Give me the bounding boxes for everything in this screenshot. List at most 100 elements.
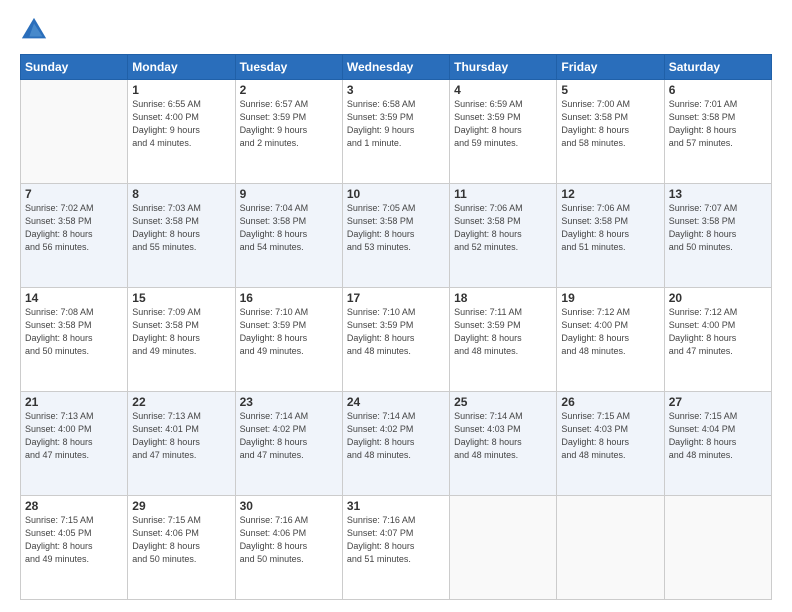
col-header-monday: Monday: [128, 55, 235, 80]
col-header-tuesday: Tuesday: [235, 55, 342, 80]
day-number: 30: [240, 499, 338, 513]
day-info: Sunrise: 7:14 AM Sunset: 4:03 PM Dayligh…: [454, 410, 552, 462]
day-info: Sunrise: 7:14 AM Sunset: 4:02 PM Dayligh…: [240, 410, 338, 462]
calendar-cell: [664, 496, 771, 600]
day-info: Sunrise: 7:12 AM Sunset: 4:00 PM Dayligh…: [561, 306, 659, 358]
day-info: Sunrise: 6:58 AM Sunset: 3:59 PM Dayligh…: [347, 98, 445, 150]
day-number: 9: [240, 187, 338, 201]
calendar-cell: 12Sunrise: 7:06 AM Sunset: 3:58 PM Dayli…: [557, 184, 664, 288]
calendar-cell: 21Sunrise: 7:13 AM Sunset: 4:00 PM Dayli…: [21, 392, 128, 496]
day-info: Sunrise: 7:06 AM Sunset: 3:58 PM Dayligh…: [454, 202, 552, 254]
day-number: 28: [25, 499, 123, 513]
calendar-cell: 2Sunrise: 6:57 AM Sunset: 3:59 PM Daylig…: [235, 80, 342, 184]
calendar-cell: [450, 496, 557, 600]
day-number: 18: [454, 291, 552, 305]
day-number: 3: [347, 83, 445, 97]
col-header-sunday: Sunday: [21, 55, 128, 80]
calendar-week-3: 14Sunrise: 7:08 AM Sunset: 3:58 PM Dayli…: [21, 288, 772, 392]
day-info: Sunrise: 7:01 AM Sunset: 3:58 PM Dayligh…: [669, 98, 767, 150]
day-number: 5: [561, 83, 659, 97]
calendar-week-1: 1Sunrise: 6:55 AM Sunset: 4:00 PM Daylig…: [21, 80, 772, 184]
day-number: 26: [561, 395, 659, 409]
day-number: 4: [454, 83, 552, 97]
day-info: Sunrise: 7:04 AM Sunset: 3:58 PM Dayligh…: [240, 202, 338, 254]
page: SundayMondayTuesdayWednesdayThursdayFrid…: [0, 0, 792, 612]
calendar-cell: 7Sunrise: 7:02 AM Sunset: 3:58 PM Daylig…: [21, 184, 128, 288]
day-info: Sunrise: 7:15 AM Sunset: 4:04 PM Dayligh…: [669, 410, 767, 462]
day-number: 31: [347, 499, 445, 513]
day-info: Sunrise: 7:13 AM Sunset: 4:01 PM Dayligh…: [132, 410, 230, 462]
day-number: 12: [561, 187, 659, 201]
calendar-cell: 18Sunrise: 7:11 AM Sunset: 3:59 PM Dayli…: [450, 288, 557, 392]
calendar-cell: 29Sunrise: 7:15 AM Sunset: 4:06 PM Dayli…: [128, 496, 235, 600]
day-number: 2: [240, 83, 338, 97]
calendar-cell: [557, 496, 664, 600]
calendar-cell: 28Sunrise: 7:15 AM Sunset: 4:05 PM Dayli…: [21, 496, 128, 600]
calendar-cell: 16Sunrise: 7:10 AM Sunset: 3:59 PM Dayli…: [235, 288, 342, 392]
day-info: Sunrise: 7:09 AM Sunset: 3:58 PM Dayligh…: [132, 306, 230, 358]
day-info: Sunrise: 7:14 AM Sunset: 4:02 PM Dayligh…: [347, 410, 445, 462]
day-info: Sunrise: 7:07 AM Sunset: 3:58 PM Dayligh…: [669, 202, 767, 254]
calendar-cell: 22Sunrise: 7:13 AM Sunset: 4:01 PM Dayli…: [128, 392, 235, 496]
day-info: Sunrise: 7:15 AM Sunset: 4:06 PM Dayligh…: [132, 514, 230, 566]
calendar-cell: 15Sunrise: 7:09 AM Sunset: 3:58 PM Dayli…: [128, 288, 235, 392]
col-header-wednesday: Wednesday: [342, 55, 449, 80]
day-number: 15: [132, 291, 230, 305]
calendar-cell: 20Sunrise: 7:12 AM Sunset: 4:00 PM Dayli…: [664, 288, 771, 392]
calendar-week-5: 28Sunrise: 7:15 AM Sunset: 4:05 PM Dayli…: [21, 496, 772, 600]
day-info: Sunrise: 7:16 AM Sunset: 4:07 PM Dayligh…: [347, 514, 445, 566]
day-number: 24: [347, 395, 445, 409]
calendar-cell: 27Sunrise: 7:15 AM Sunset: 4:04 PM Dayli…: [664, 392, 771, 496]
calendar-week-2: 7Sunrise: 7:02 AM Sunset: 3:58 PM Daylig…: [21, 184, 772, 288]
day-number: 7: [25, 187, 123, 201]
col-header-thursday: Thursday: [450, 55, 557, 80]
calendar-cell: 25Sunrise: 7:14 AM Sunset: 4:03 PM Dayli…: [450, 392, 557, 496]
day-info: Sunrise: 6:57 AM Sunset: 3:59 PM Dayligh…: [240, 98, 338, 150]
calendar-cell: 5Sunrise: 7:00 AM Sunset: 3:58 PM Daylig…: [557, 80, 664, 184]
day-number: 25: [454, 395, 552, 409]
day-info: Sunrise: 7:13 AM Sunset: 4:00 PM Dayligh…: [25, 410, 123, 462]
calendar-cell: 6Sunrise: 7:01 AM Sunset: 3:58 PM Daylig…: [664, 80, 771, 184]
logo: [20, 16, 52, 44]
day-number: 17: [347, 291, 445, 305]
day-number: 6: [669, 83, 767, 97]
day-number: 19: [561, 291, 659, 305]
day-number: 27: [669, 395, 767, 409]
day-number: 29: [132, 499, 230, 513]
calendar-week-4: 21Sunrise: 7:13 AM Sunset: 4:00 PM Dayli…: [21, 392, 772, 496]
day-number: 1: [132, 83, 230, 97]
day-info: Sunrise: 7:12 AM Sunset: 4:00 PM Dayligh…: [669, 306, 767, 358]
calendar-cell: [21, 80, 128, 184]
calendar-cell: 1Sunrise: 6:55 AM Sunset: 4:00 PM Daylig…: [128, 80, 235, 184]
day-info: Sunrise: 7:02 AM Sunset: 3:58 PM Dayligh…: [25, 202, 123, 254]
day-info: Sunrise: 7:06 AM Sunset: 3:58 PM Dayligh…: [561, 202, 659, 254]
calendar-cell: 17Sunrise: 7:10 AM Sunset: 3:59 PM Dayli…: [342, 288, 449, 392]
col-header-friday: Friday: [557, 55, 664, 80]
calendar-cell: 10Sunrise: 7:05 AM Sunset: 3:58 PM Dayli…: [342, 184, 449, 288]
calendar-cell: 13Sunrise: 7:07 AM Sunset: 3:58 PM Dayli…: [664, 184, 771, 288]
day-info: Sunrise: 7:08 AM Sunset: 3:58 PM Dayligh…: [25, 306, 123, 358]
day-number: 14: [25, 291, 123, 305]
header: [20, 16, 772, 44]
day-number: 16: [240, 291, 338, 305]
calendar-cell: 8Sunrise: 7:03 AM Sunset: 3:58 PM Daylig…: [128, 184, 235, 288]
day-info: Sunrise: 7:16 AM Sunset: 4:06 PM Dayligh…: [240, 514, 338, 566]
day-info: Sunrise: 6:59 AM Sunset: 3:59 PM Dayligh…: [454, 98, 552, 150]
day-number: 10: [347, 187, 445, 201]
day-info: Sunrise: 7:10 AM Sunset: 3:59 PM Dayligh…: [240, 306, 338, 358]
calendar-header-row: SundayMondayTuesdayWednesdayThursdayFrid…: [21, 55, 772, 80]
day-number: 20: [669, 291, 767, 305]
day-info: Sunrise: 7:15 AM Sunset: 4:03 PM Dayligh…: [561, 410, 659, 462]
calendar-cell: 23Sunrise: 7:14 AM Sunset: 4:02 PM Dayli…: [235, 392, 342, 496]
calendar-cell: 14Sunrise: 7:08 AM Sunset: 3:58 PM Dayli…: [21, 288, 128, 392]
day-number: 23: [240, 395, 338, 409]
day-number: 13: [669, 187, 767, 201]
day-info: Sunrise: 7:11 AM Sunset: 3:59 PM Dayligh…: [454, 306, 552, 358]
calendar-cell: 30Sunrise: 7:16 AM Sunset: 4:06 PM Dayli…: [235, 496, 342, 600]
calendar-cell: 3Sunrise: 6:58 AM Sunset: 3:59 PM Daylig…: [342, 80, 449, 184]
day-number: 8: [132, 187, 230, 201]
day-number: 11: [454, 187, 552, 201]
day-number: 22: [132, 395, 230, 409]
calendar-cell: 19Sunrise: 7:12 AM Sunset: 4:00 PM Dayli…: [557, 288, 664, 392]
day-info: Sunrise: 7:00 AM Sunset: 3:58 PM Dayligh…: [561, 98, 659, 150]
